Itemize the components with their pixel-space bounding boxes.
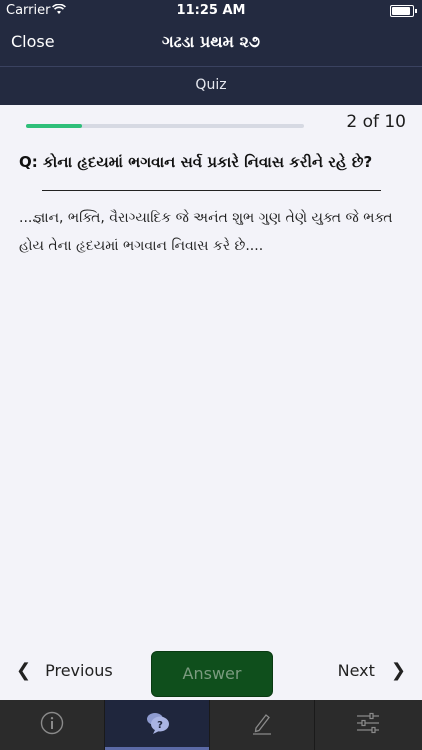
tab-info[interactable]: [0, 700, 105, 750]
settings-sliders-icon: [357, 712, 379, 734]
tab-notes[interactable]: [210, 700, 315, 750]
footer-navigation: ❮ Previous Answer Next ❯: [0, 650, 422, 700]
quiz-label: Quiz: [195, 77, 227, 93]
info-icon: [40, 711, 64, 735]
next-label: Next: [337, 661, 375, 680]
edit-icon: [253, 714, 271, 735]
quiz-header: Quiz: [0, 67, 422, 105]
clock: 11:25 AM: [176, 3, 246, 18]
page-title: ગઢડા પ્રથમ ૨૭: [162, 32, 260, 51]
tab-bar: ?: [0, 700, 422, 750]
tab-settings[interactable]: [315, 700, 419, 750]
progress-fill: [26, 124, 82, 128]
question-divider: [42, 190, 381, 191]
question-counter: 2 of 10: [346, 112, 406, 132]
question-text: Q: કોના હૃદયમાં ભગવાન સર્વ પ્રકારે નિવાસ…: [19, 153, 373, 171]
answer-button[interactable]: Answer: [151, 651, 273, 697]
previous-label: Previous: [45, 661, 113, 680]
navigation-bar: Close ગઢડા પ્રથમ ૨૭: [0, 22, 422, 66]
previous-button[interactable]: ❮ Previous: [16, 660, 113, 681]
svg-text:?: ?: [157, 720, 163, 731]
answer-text: ...જ્ઞાન, ભક્તિ, વૈરાગ્યાદિક જે અનંત શુભ…: [19, 210, 393, 254]
chevron-right-icon: ❯: [390, 660, 406, 681]
chevron-left-icon: ❮: [16, 660, 32, 681]
quiz-icon: ?: [147, 713, 169, 734]
tab-quiz[interactable]: ?: [105, 700, 210, 750]
progress-bar: [26, 124, 304, 128]
battery-icon: [390, 5, 417, 17]
next-button[interactable]: Next ❯: [338, 660, 406, 681]
status-bar: Carrier 11:25 AM: [0, 0, 422, 22]
